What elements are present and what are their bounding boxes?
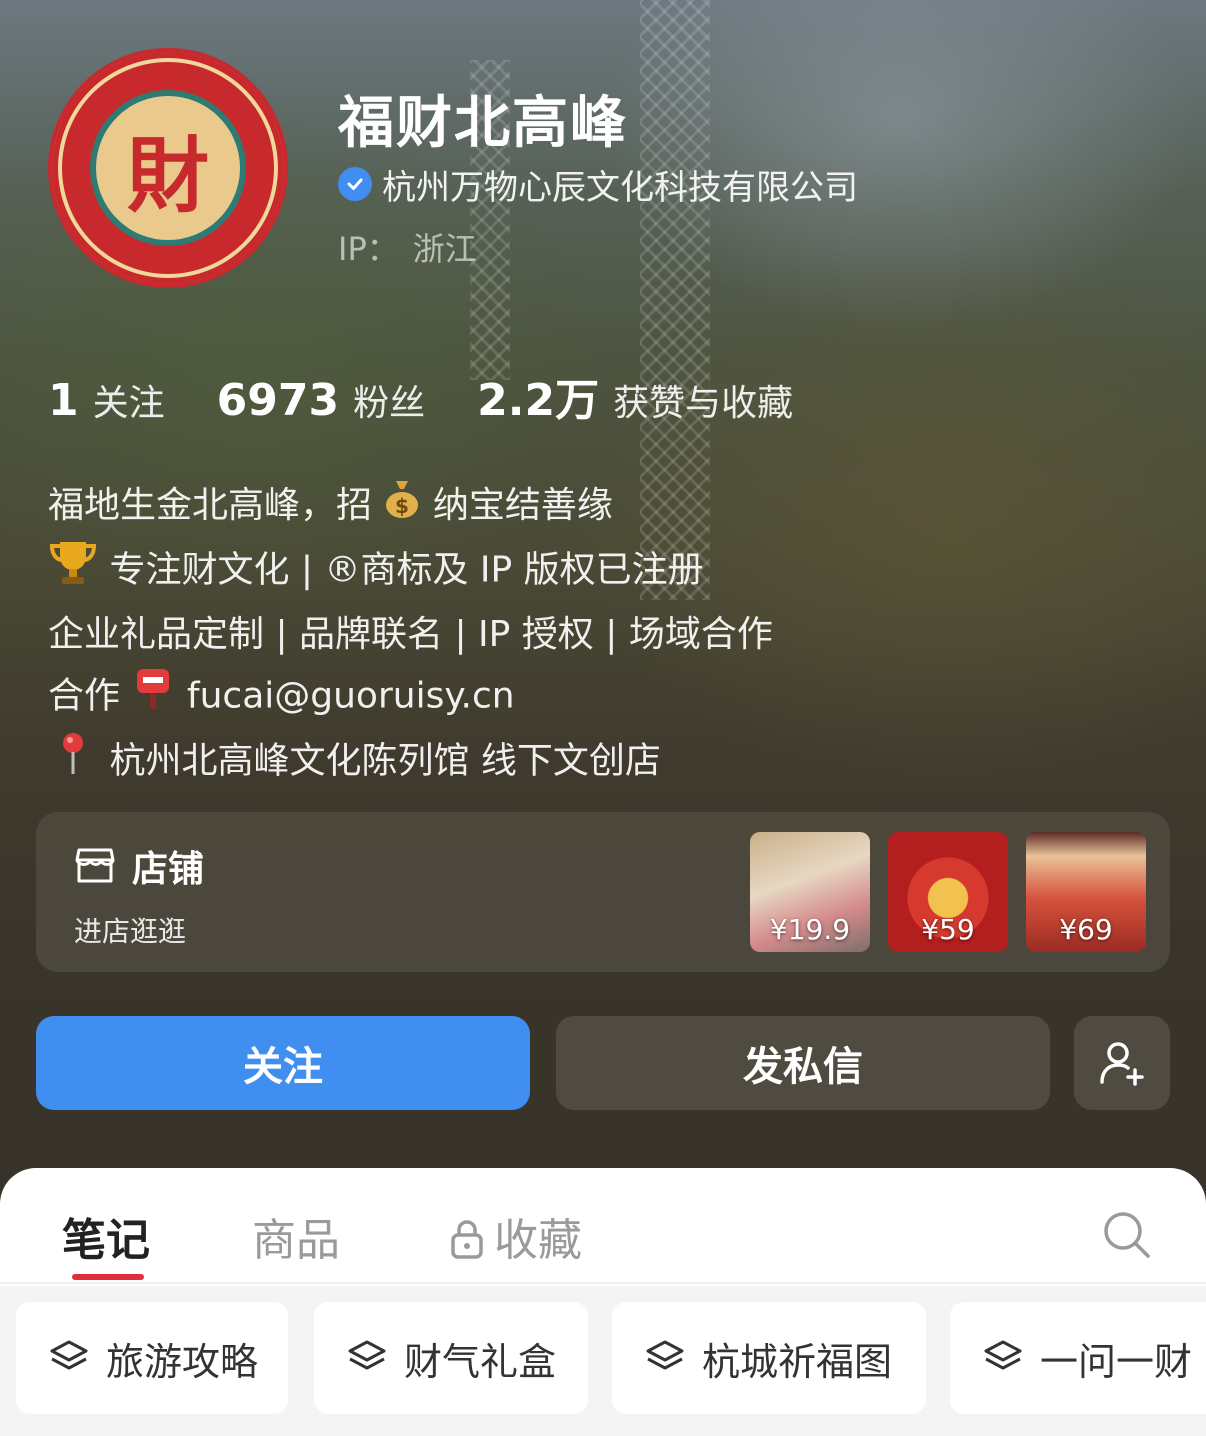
collection-chip[interactable]: 杭城祈福图 [612, 1302, 926, 1414]
layers-icon [646, 1340, 684, 1370]
tab-notes[interactable]: 笔记 [62, 1204, 150, 1268]
profile-stats: 1 关注 6973 粉丝 2.2万 获赞与收藏 [48, 364, 845, 428]
svg-text:$: $ [396, 494, 410, 518]
shop-product-thumb[interactable]: ¥59 [888, 832, 1008, 952]
collection-chip-label: 旅游攻略 [106, 1339, 259, 1384]
message-button[interactable]: 发私信 [556, 1016, 1050, 1110]
product-price: ¥69 [1059, 913, 1113, 946]
shop-subtitle: 进店逛逛 [74, 915, 187, 948]
add-friend-button[interactable] [1074, 1016, 1170, 1110]
ip-label: IP： [338, 230, 399, 268]
bio-text: 专注财文化 | ®商标及 IP 版权已注册 [109, 549, 704, 590]
bio-line: 专注财文化 | ®商标及 IP 版权已注册 [48, 538, 773, 605]
store-icon [74, 846, 116, 886]
collection-chip-label: 一问一财 [1040, 1339, 1193, 1384]
bio-line: 福地生金北高峰，招 $ 纳宝结善缘 [48, 476, 773, 538]
money-bag-icon: $ [383, 477, 421, 538]
avatar[interactable]: 財 [48, 48, 288, 288]
shop-product-thumb[interactable]: ¥69 [1026, 832, 1146, 952]
follow-button[interactable]: 关注 [36, 1016, 530, 1110]
stat-value: 1 [48, 375, 79, 426]
bio-text: 合作 [48, 675, 121, 716]
bio-line: 杭州北高峰文化陈列馆 线下文创店 [48, 730, 773, 795]
collection-chip-label: 财气礼盒 [404, 1339, 557, 1384]
avatar-logo: 財 [90, 90, 246, 246]
bio-text: 企业礼品定制 | 品牌联名 | IP 授权 | 场域合作 [48, 613, 773, 655]
trophy-icon [48, 538, 98, 605]
shop-title: 店铺 [74, 840, 204, 892]
bio-text: 福地生金北高峰，招 [48, 485, 373, 526]
product-price: ¥59 [921, 913, 975, 946]
profile-name: 福财北高峰 [338, 91, 628, 156]
stat-followers[interactable]: 6973 粉丝 [217, 374, 425, 426]
location-pin-icon [48, 730, 98, 795]
shop-title-label: 店铺 [132, 849, 205, 890]
bio-text: 杭州北高峰文化陈列馆 线下文创店 [109, 740, 661, 781]
shop-card[interactable]: 店铺 进店逛逛 ¥19.9 ¥59 ¥69 [36, 812, 1170, 972]
layers-icon [348, 1340, 386, 1370]
contact-email[interactable]: fucai@guoruisy.cn [187, 675, 515, 716]
stat-following[interactable]: 1 关注 [48, 374, 165, 426]
stat-label: 获赞与收藏 [613, 383, 794, 424]
shop-product-thumb[interactable]: ¥19.9 [750, 832, 870, 952]
search-button[interactable] [1102, 1210, 1152, 1264]
collection-chip[interactable]: 财气礼盒 [314, 1302, 588, 1414]
verified-check-icon [338, 167, 372, 201]
content-panel: 笔记 商品 收藏 旅游攻略 财气礼盒 杭城祈福图 一问一财 [0, 1168, 1206, 1436]
search-icon [1102, 1210, 1152, 1260]
postbox-icon [131, 665, 175, 730]
content-tabs: 笔记 商品 收藏 [0, 1168, 1206, 1284]
ip-value: 浙江 [412, 230, 477, 268]
stat-label: 粉丝 [353, 383, 426, 424]
tab-goods[interactable]: 商品 [252, 1204, 340, 1268]
bio-text: 纳宝结善缘 [432, 485, 613, 526]
tab-collections[interactable]: 收藏 [450, 1204, 582, 1270]
active-tab-indicator [72, 1274, 144, 1280]
collection-chip[interactable]: 一问一财 [950, 1302, 1206, 1414]
collection-chip-label: 杭城祈福图 [702, 1339, 893, 1384]
collection-chip[interactable]: 旅游攻略 [16, 1302, 288, 1414]
product-price: ¥19.9 [769, 913, 851, 946]
bio-line: 合作 fucai@guoruisy.cn [48, 665, 773, 730]
stat-label: 关注 [92, 383, 165, 424]
layers-icon [984, 1340, 1022, 1370]
bio-line: 企业礼品定制 | 品牌联名 | IP 授权 | 场域合作 [48, 605, 773, 665]
verified-org: 杭州万物心辰文化科技有限公司 [338, 164, 858, 208]
stat-likes[interactable]: 2.2万 获赞与收藏 [477, 364, 793, 428]
profile-bio: 福地生金北高峰，招 $ 纳宝结善缘 专注财文化 | ®商标及 IP 版权已注册 … [48, 476, 773, 795]
ip-location: IP： 浙江 [338, 224, 477, 270]
stat-value: 6973 [216, 375, 340, 426]
verified-org-name: 杭州万物心辰文化科技有限公司 [382, 167, 858, 208]
add-user-icon [1097, 1038, 1147, 1088]
layers-icon [50, 1340, 88, 1370]
stat-value: 2.2万 [477, 375, 600, 426]
tab-collections-label: 收藏 [494, 1215, 582, 1266]
lock-icon [450, 1219, 484, 1270]
